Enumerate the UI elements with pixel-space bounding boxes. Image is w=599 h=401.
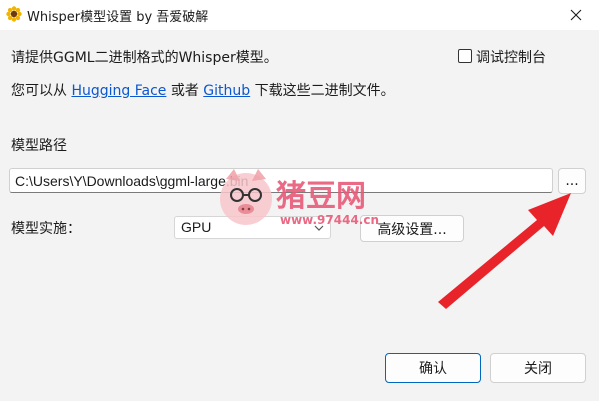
download-hint: 您可以从 Hugging Face 或者 Github 下载这些二进制文件。 xyxy=(11,80,395,100)
download-prefix: 您可以从 xyxy=(11,83,67,99)
debug-console-checkbox[interactable] xyxy=(458,49,472,63)
debug-console-label[interactable]: 调试控制台 xyxy=(476,47,546,67)
watermark-logo: 猪豆网 www.97444.cn xyxy=(214,165,394,235)
close-icon xyxy=(570,9,582,21)
github-link[interactable]: Github xyxy=(203,83,250,99)
model-path-label: 模型路径 xyxy=(11,138,67,154)
implementation-label: 模型实施： xyxy=(11,221,81,237)
window-close-button[interactable] xyxy=(553,0,599,30)
watermark-title: 猪豆网 xyxy=(276,179,366,214)
watermark-url: www.97444.cn xyxy=(280,213,380,227)
hugging-face-link[interactable]: Hugging Face xyxy=(71,83,166,99)
implementation-value: GPU xyxy=(181,219,212,235)
intro-text: 请提供GGML二进制格式的Whisper模型。 xyxy=(11,50,278,66)
close-button[interactable]: 关闭 xyxy=(490,353,586,383)
download-suffix: 下载这些二进制文件。 xyxy=(254,83,395,99)
ok-button[interactable]: 确认 xyxy=(385,353,481,383)
sunflower-icon xyxy=(6,6,22,22)
browse-button[interactable]: ... xyxy=(558,168,586,194)
window-title: Whisper模型设置 by 吾爱破解 xyxy=(27,10,209,25)
or-text: 或者 xyxy=(170,83,199,99)
title-bar: Whisper模型设置 by 吾爱破解 xyxy=(0,0,599,30)
